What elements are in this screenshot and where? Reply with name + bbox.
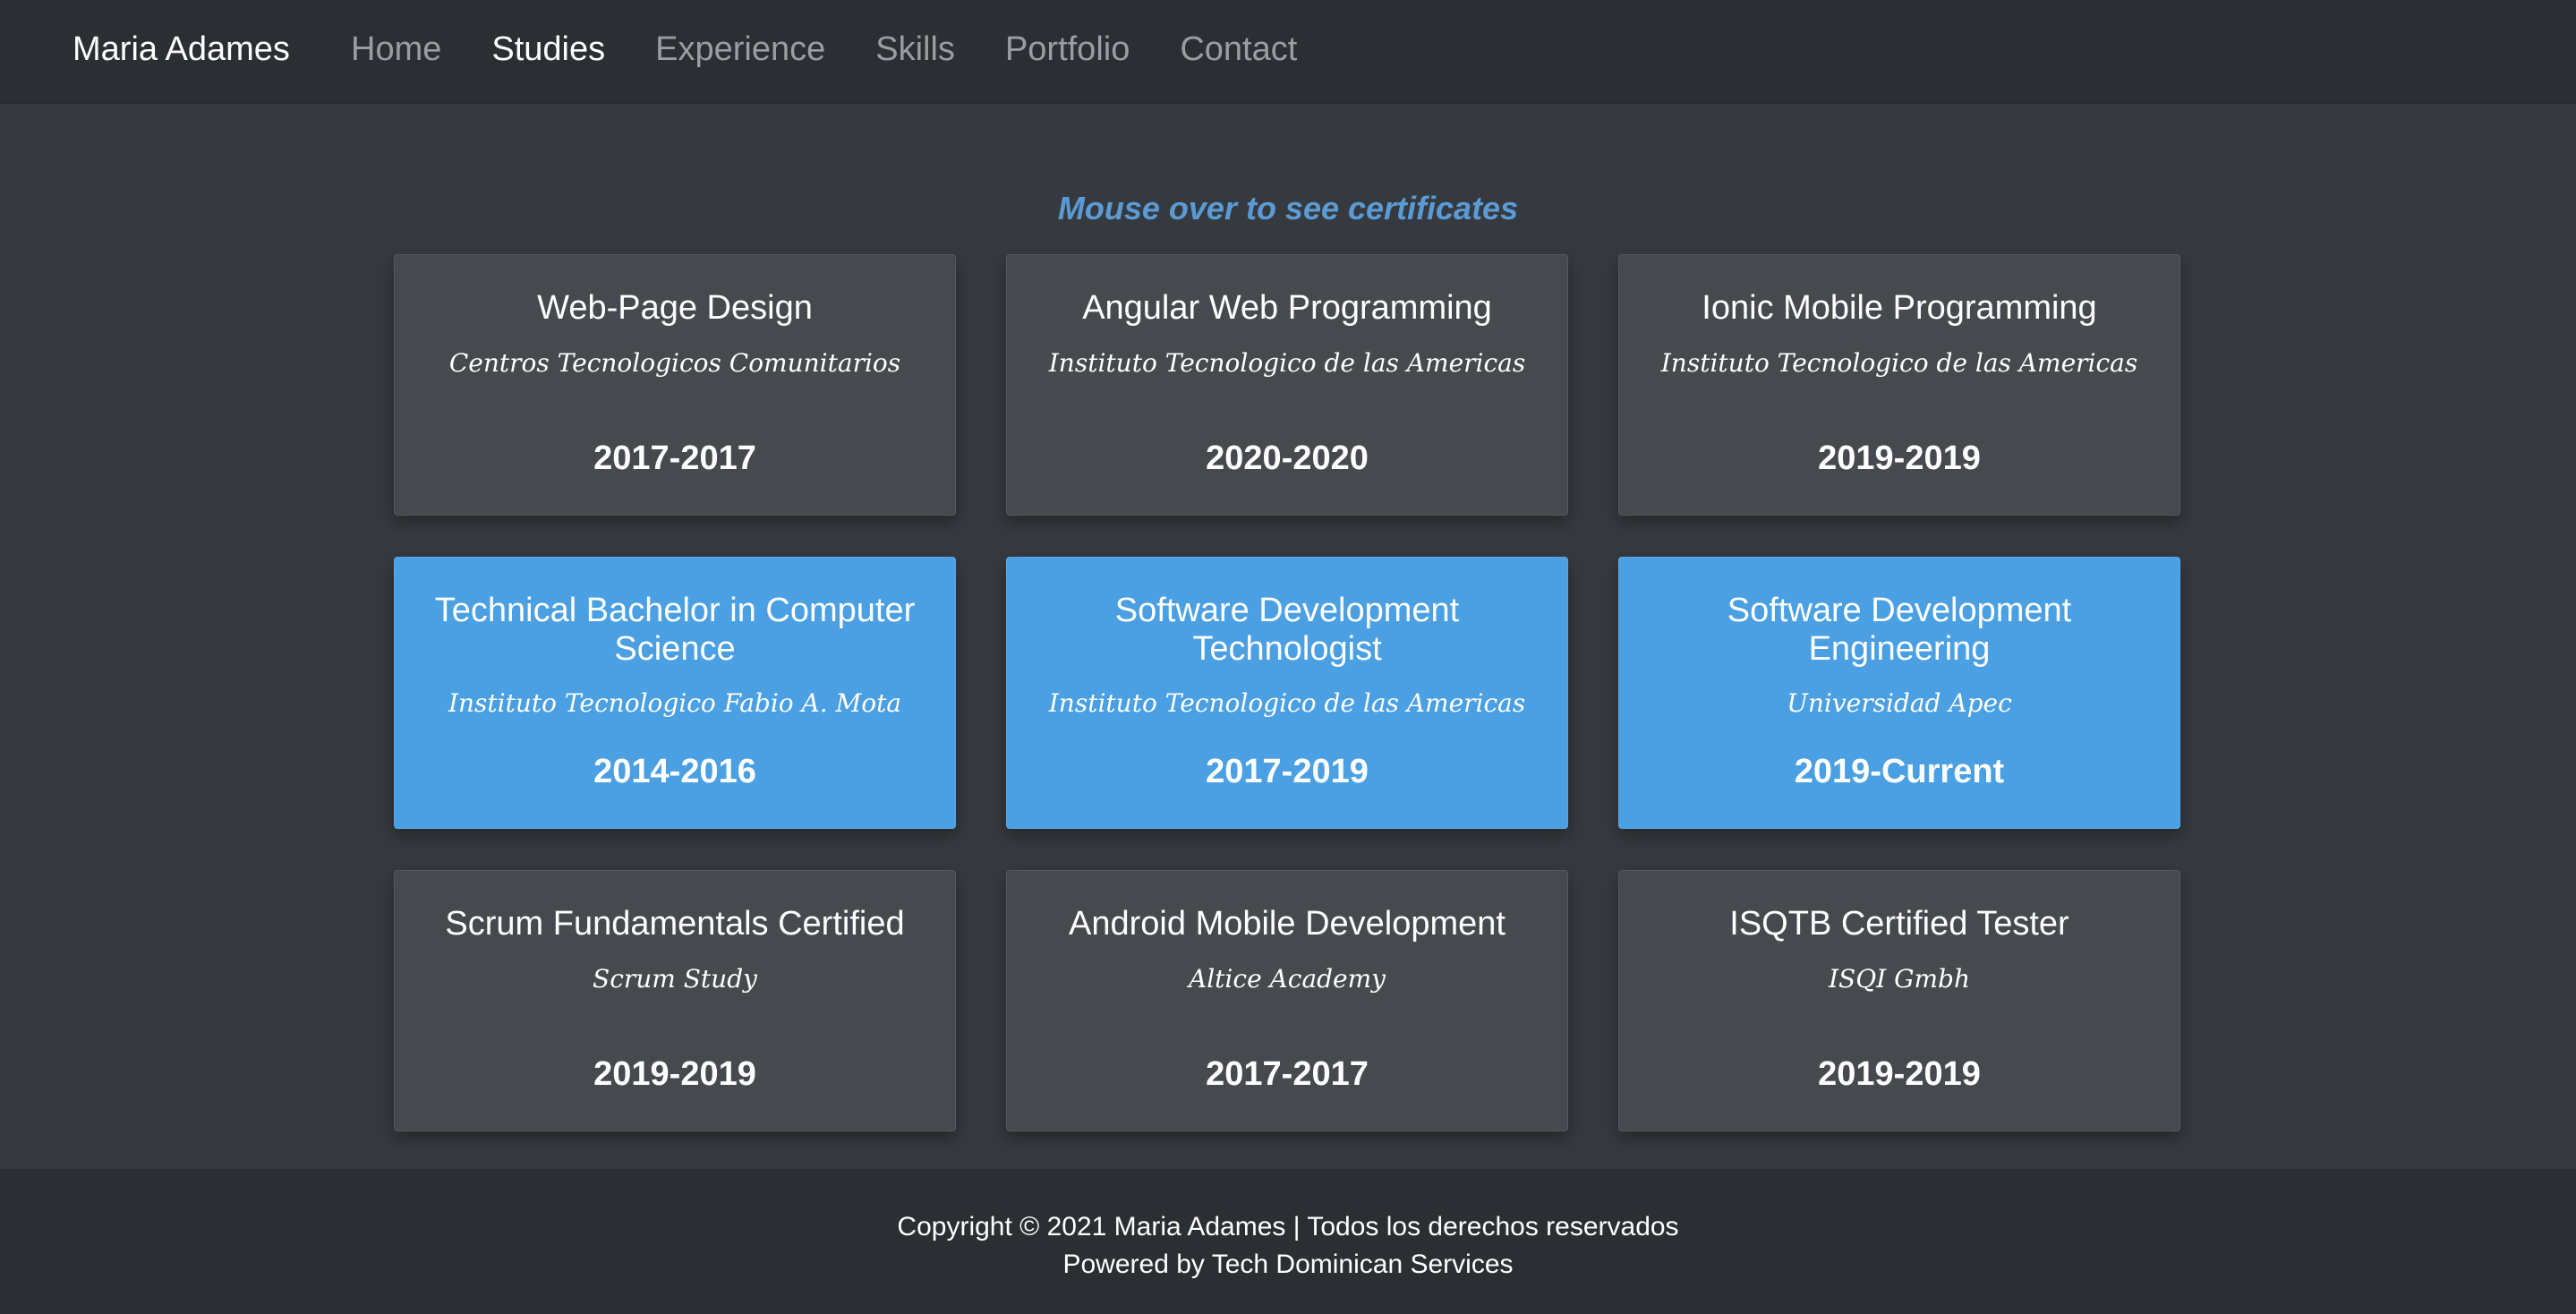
top-navbar: Maria Adames Home Studies Experience Ski… xyxy=(0,0,2576,104)
nav-link-studies[interactable]: Studies xyxy=(491,30,605,69)
study-institution: Instituto Tecnologico Fabio A. Mota xyxy=(448,688,902,718)
study-institution: ISQI Gmbh xyxy=(1828,964,1971,994)
study-years: 2017-2017 xyxy=(1206,1055,1369,1093)
study-title: Software Development Engineering xyxy=(1727,592,2072,668)
brand-name[interactable]: Maria Adames xyxy=(73,30,290,69)
footer-powered-by: Powered by Tech Dominican Services xyxy=(1062,1250,1514,1279)
study-institution: Universidad Apec xyxy=(1787,688,2012,718)
study-years: 2014-2016 xyxy=(593,753,756,790)
study-institution: Altice Academy xyxy=(1189,964,1386,994)
study-card-angular-web-programming[interactable]: Angular Web Programming Instituto Tecnol… xyxy=(1006,254,1568,516)
study-years: 2017-2017 xyxy=(593,439,756,477)
study-years: 2019-2019 xyxy=(593,1055,756,1093)
study-institution: Scrum Study xyxy=(593,964,757,994)
nav-links: Home Studies Experience Skills Portfolio… xyxy=(351,30,1347,69)
nav-link-home[interactable]: Home xyxy=(351,30,441,69)
nav-link-portfolio[interactable]: Portfolio xyxy=(1005,30,1130,69)
study-years: 2017-2019 xyxy=(1206,753,1369,790)
study-years: 2019-Current xyxy=(1794,753,2005,790)
study-card-web-page-design[interactable]: Web-Page Design Centros Tecnologicos Com… xyxy=(394,254,956,516)
nav-link-contact[interactable]: Contact xyxy=(1180,30,1297,69)
certificates-hint: Mouse over to see certificates xyxy=(1057,190,1519,226)
study-card-isqtb-certified-tester[interactable]: ISQTB Certified Tester ISQI Gmbh 2019-20… xyxy=(1618,870,2180,1131)
study-card-android-mobile-development[interactable]: Android Mobile Development Altice Academ… xyxy=(1006,870,1568,1131)
study-card-technical-bachelor[interactable]: Technical Bachelor in Computer Science I… xyxy=(394,557,956,829)
study-card-scrum-fundamentals[interactable]: Scrum Fundamentals Certified Scrum Study… xyxy=(394,870,956,1131)
study-institution: Centros Tecnologicos Comunitarios xyxy=(448,348,901,378)
study-title: Software Development Technologist xyxy=(1114,592,1460,668)
study-title: Ionic Mobile Programming xyxy=(1702,289,2097,327)
study-card-software-development-technologist[interactable]: Software Development Technologist Instit… xyxy=(1006,557,1568,829)
study-years: 2019-2019 xyxy=(1818,439,1981,477)
study-card-software-development-engineering[interactable]: Software Development Engineering Univers… xyxy=(1618,557,2180,829)
study-institution: Instituto Tecnologico de las Americas xyxy=(1048,348,1526,378)
study-title: Angular Web Programming xyxy=(1082,289,1492,327)
page-footer: Copyright © 2021 Maria Adames | Todos lo… xyxy=(0,1169,2576,1314)
nav-link-experience[interactable]: Experience xyxy=(655,30,825,69)
study-title: Web-Page Design xyxy=(537,289,813,327)
study-years: 2019-2019 xyxy=(1818,1055,1981,1093)
study-card-ionic-mobile-programming[interactable]: Ionic Mobile Programming Instituto Tecno… xyxy=(1618,254,2180,516)
study-title: Android Mobile Development xyxy=(1069,905,1506,943)
study-institution: Instituto Tecnologico de las Americas xyxy=(1660,348,2138,378)
footer-copyright: Copyright © 2021 Maria Adames | Todos lo… xyxy=(897,1212,1679,1241)
study-title: Scrum Fundamentals Certified xyxy=(445,905,905,943)
nav-link-skills[interactable]: Skills xyxy=(875,30,955,69)
study-institution: Instituto Tecnologico de las Americas xyxy=(1048,688,1526,718)
study-title: ISQTB Certified Tester xyxy=(1729,905,2069,943)
study-title: Technical Bachelor in Computer Science xyxy=(434,592,916,668)
study-years: 2020-2020 xyxy=(1206,439,1369,477)
